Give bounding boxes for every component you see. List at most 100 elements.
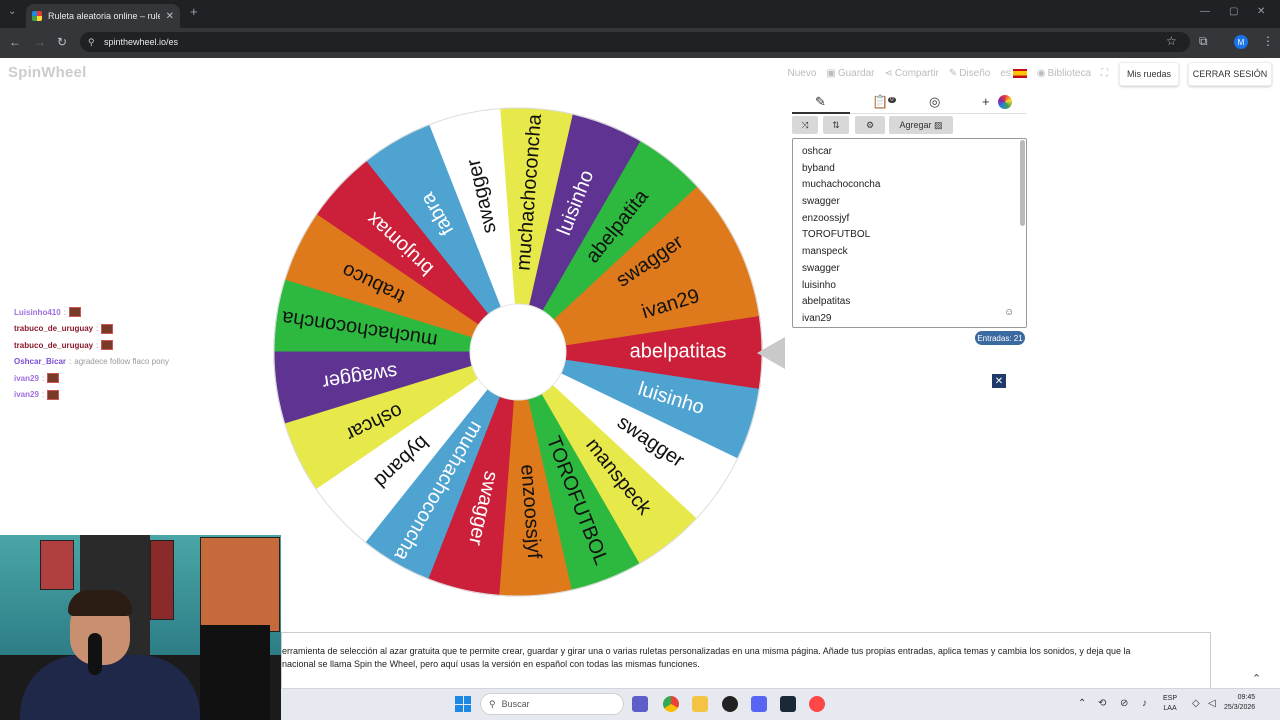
profile-avatar[interactable]: M	[1234, 35, 1248, 49]
chat-username: trabuco_de_uruguay	[14, 340, 94, 350]
input-language[interactable]: ESP LAA	[1163, 694, 1177, 714]
tab-title: Ruleta aleatoria online – ruleta	[48, 11, 160, 21]
nav-diseno[interactable]: ✎ Diseño	[949, 68, 991, 79]
chat-text: agradece follow flaco pony	[74, 357, 169, 367]
mis-ruedas-button[interactable]: Mis ruedas	[1119, 62, 1179, 86]
browser-menu-icon[interactable]: ⋮	[1262, 34, 1274, 48]
scroll-top-icon[interactable]: ⌃	[1252, 672, 1261, 685]
color-wheel-icon[interactable]	[998, 95, 1012, 109]
reload-button[interactable]: ↻	[57, 35, 67, 49]
stream-chat: Luisinho410: trabuco_de_uruguay: trabuco_d…	[14, 304, 224, 403]
speaker-icon[interactable]: ◁	[1208, 698, 1216, 709]
chat-message: ivan29:	[14, 370, 224, 387]
entry-item[interactable]: byband	[802, 161, 880, 178]
entry-item[interactable]: TOROFUTBOL	[802, 227, 880, 244]
nav-compartir[interactable]: ⋖ Compartir	[885, 68, 939, 79]
url-text: spinthewheel.io/es	[104, 37, 179, 47]
share-icon: ⋖	[884, 68, 893, 79]
network-icon[interactable]: ⟲	[1098, 698, 1106, 709]
sort-button[interactable]: ⇅	[823, 116, 849, 134]
site-description: erramienta de selección al azar gratuita…	[281, 632, 1211, 688]
chat-message: Luisinho410:	[14, 304, 224, 321]
mic-icon[interactable]: ♪	[1142, 698, 1147, 709]
minimize-button[interactable]: —	[1200, 6, 1210, 17]
image-icon: ▨	[934, 119, 943, 130]
cerrar-sesion-button[interactable]: CERRAR SESIÓN	[1188, 62, 1272, 86]
steam-icon[interactable]	[780, 696, 796, 712]
entry-item[interactable]: oshcar	[802, 144, 880, 161]
system-clock[interactable]: 09:45 25/3/2026	[1224, 693, 1255, 713]
wifi-icon[interactable]: ◇	[1192, 698, 1200, 709]
active-tab-indicator	[792, 112, 850, 114]
entries-count-badge: Entradas: 21	[975, 331, 1025, 345]
windows-start-icon[interactable]	[455, 696, 471, 712]
chat-username: ivan29	[14, 390, 39, 400]
entry-item[interactable]: swagger	[802, 261, 880, 278]
entry-item[interactable]: muchachoconcha	[802, 177, 880, 194]
entries-scrollbar[interactable]	[1020, 140, 1025, 226]
new-tab-button[interactable]: +	[190, 4, 198, 19]
nav-guardar[interactable]: ▣ Guardar	[826, 68, 874, 79]
restore-button[interactable]: ▢	[1229, 6, 1238, 17]
tab-close-icon[interactable]: ✕	[166, 11, 174, 22]
entry-item[interactable]: abelpatitas	[802, 294, 880, 311]
file-explorer-icon[interactable]	[692, 696, 708, 712]
chat-username: trabuco_de_uruguay	[14, 324, 94, 334]
tab-edit-icon[interactable]: ✎	[815, 94, 826, 110]
browser-tab[interactable]: Ruleta aleatoria online – ruleta ✕	[26, 4, 180, 28]
entry-item[interactable]: ivan29	[802, 311, 880, 327]
chrome-icon[interactable]	[663, 696, 679, 712]
panel-tabs: ✎ 📋 0 ◎ +	[792, 92, 1024, 114]
teams-icon[interactable]	[632, 696, 648, 712]
agregar-image-button[interactable]: Agregar ▨	[889, 116, 953, 134]
site-logo[interactable]: SpinWheel	[8, 64, 86, 81]
close-icon[interactable]: ✕	[992, 374, 1006, 388]
chat-emote-icon	[101, 340, 114, 351]
entries-textarea[interactable]: oshcar byband muchachoconcha swagger enzooss…	[792, 138, 1027, 328]
address-bar[interactable]: ⚲ spinthewheel.io/es	[80, 32, 1190, 52]
globe-icon: ◉	[1036, 68, 1046, 79]
tab-add-icon[interactable]: +	[982, 94, 990, 109]
obs-icon[interactable]	[722, 696, 738, 712]
wheel-center-button[interactable]	[469, 303, 567, 401]
spin-wheel[interactable]: swaggerabelpatitaluisinhomuchachoconchas…	[270, 104, 766, 600]
chat-emote-icon	[47, 389, 60, 400]
site-info-icon[interactable]: ⚲	[88, 37, 95, 48]
bookmark-star-icon[interactable]: ☆	[1166, 34, 1177, 48]
tab-strip: ⌄ Ruleta aleatoria online – ruleta ✕ + —…	[0, 0, 1280, 28]
forward-button[interactable]: →	[34, 35, 46, 49]
site-favicon-icon	[32, 11, 42, 21]
entry-item[interactable]: swagger	[802, 194, 880, 211]
entry-item[interactable]: luisinho	[802, 278, 880, 295]
fullscreen-icon[interactable]: ⛶	[1101, 68, 1108, 79]
volume-icon[interactable]: ⊘	[1120, 698, 1128, 709]
nav-nuevo[interactable]: Nuevo	[787, 68, 816, 79]
shuffle-button[interactable]: ⤨	[792, 116, 818, 134]
nav-biblioteca[interactable]: ◉ Biblioteca	[1037, 68, 1091, 79]
panel-divider	[850, 113, 1026, 114]
chat-emote-icon	[68, 307, 81, 318]
settings-button[interactable]: ⚙	[855, 116, 885, 134]
entry-item[interactable]: enzoossjyf	[802, 211, 880, 228]
tab-hide-icon[interactable]: ◎	[929, 94, 940, 110]
nav-language[interactable]: es	[1000, 68, 1027, 79]
site-nav: Nuevo ▣ Guardar ⋖ Compartir ✎ Diseño es ◉ Bi…	[787, 68, 1108, 79]
webcam-overlay	[0, 535, 281, 720]
tab-list-button[interactable]: ⌄	[8, 6, 16, 17]
entry-item[interactable]: manspeck	[802, 244, 880, 261]
chat-message: Oshcar_Bicar: agradece follow flaco pony	[14, 357, 169, 367]
back-button[interactable]: ←	[9, 35, 21, 49]
taskbar-search[interactable]: ⚲ Buscar	[480, 693, 624, 715]
chat-username: ivan29	[14, 373, 39, 383]
chat-username: Luisinho410	[14, 307, 61, 317]
chat-message: ivan29:	[14, 387, 224, 404]
tray-chevron-icon[interactable]: ⌃	[1078, 698, 1086, 709]
search-icon: ⚲	[489, 698, 496, 709]
emoji-icon[interactable]: ☺	[1004, 307, 1014, 318]
tab-results-icon[interactable]: 📋 0	[872, 94, 896, 110]
ea-icon[interactable]	[809, 696, 825, 712]
close-window-button[interactable]: ✕	[1257, 6, 1265, 17]
extensions-icon[interactable]: ⧉	[1199, 34, 1208, 49]
discord-icon[interactable]	[751, 696, 767, 712]
chat-emote-icon	[47, 373, 60, 384]
